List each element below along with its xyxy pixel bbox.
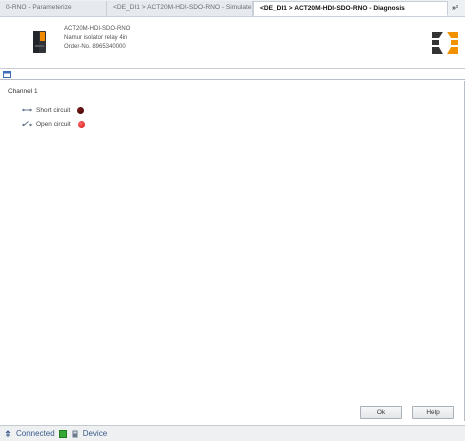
tab-label: <DE_DI1 > ACT20M-HDI-SDO-RNO - Diagnosis (260, 5, 405, 12)
brand-logo-icon (432, 32, 458, 54)
tab-diagnosis[interactable]: <DE_DI1 > ACT20M-HDI-SDO-RNO - Diagnosis (253, 1, 448, 16)
tab-simulate[interactable]: <DE_DI1 > ACT20M-HDI-SDO-RNO - Simulate (107, 1, 253, 16)
tab-parameterize[interactable]: 0-RNO - Parameterize (0, 1, 107, 16)
status-led (77, 120, 85, 128)
device-status: Device (82, 429, 108, 438)
diagnosis-label: Open circuit (36, 120, 71, 128)
device-module-icon (33, 31, 46, 53)
tab-label: 0-RNO - Parameterize (6, 4, 72, 11)
channel-group-title: Channel 1 (8, 88, 38, 95)
open-circuit-icon (22, 121, 32, 127)
window-icon[interactable] (3, 71, 11, 78)
ok-button[interactable]: Ok (360, 406, 402, 419)
device-header: ACT20M-HDI-SDO-RNO Namur isolator relay … (0, 17, 465, 69)
diagnosis-label: Short circuit (36, 106, 71, 114)
tab-overflow-button[interactable]: »¹ (448, 2, 462, 16)
connection-status: Connected (16, 429, 55, 438)
short-circuit-icon (22, 108, 32, 112)
online-indicator-icon (58, 429, 67, 438)
diagnosis-row-short-circuit: Short circuit (22, 105, 85, 115)
device-icon (72, 430, 78, 437)
device-vendor: Namur isolator relay 4in (64, 35, 128, 41)
diagnosis-panel: Channel 1 Short circuit Open circuit (0, 81, 465, 421)
help-button[interactable]: Help (412, 406, 454, 419)
diagnosis-row-open-circuit: Open circuit (22, 119, 85, 129)
connection-icon (5, 429, 11, 437)
device-info: ACT20M-HDI-SDO-RNO Namur isolator relay … (64, 25, 130, 52)
status-bar: Connected Device (0, 425, 465, 441)
device-order-number: Order-No. 8965340000 (64, 44, 126, 50)
tab-label: <DE_DI1 > ACT20M-HDI-SDO-RNO - Simulate (113, 4, 252, 11)
toolbar (0, 70, 465, 80)
device-name: ACT20M-HDI-SDO-RNO (64, 26, 131, 32)
tab-bar: 0-RNO - Parameterize <DE_DI1 > ACT20M-HD… (0, 0, 465, 17)
status-led (77, 106, 85, 114)
